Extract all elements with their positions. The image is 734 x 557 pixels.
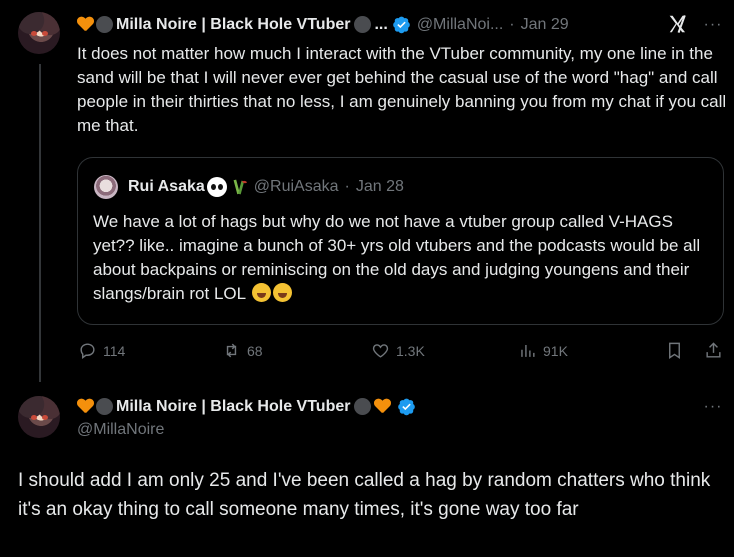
action-bar: 114 68 1.3K 91K (0, 341, 734, 363)
tweet-post-1[interactable]: Milla Noire | Black Hole VTuber ... @Mil… (0, 0, 734, 382)
quote-text: We have a lot of hags but why do we not … (93, 210, 713, 306)
reply-icon (80, 343, 95, 360)
repost-icon (226, 343, 237, 358)
tweet-text: I should add I am only 25 and I've been … (18, 470, 711, 520)
orange-heart-icon (77, 17, 94, 33)
quote-header: Rui Asaka @RuiAsaka · Jan 28 (128, 177, 404, 197)
laughing-emoji-icon (252, 283, 272, 302)
repost-count: 68 (247, 342, 263, 359)
post-header: Milla Noire | Black Hole VTuber (77, 397, 416, 416)
avatar[interactable] (18, 12, 60, 54)
views-button[interactable]: 91K (518, 341, 568, 360)
bamboo-emoji-icon (233, 179, 247, 195)
grok-icon[interactable] (666, 13, 688, 35)
more-options-icon[interactable]: ··· (702, 16, 724, 33)
quote-text-body: We have a lot of hags but why do we not … (93, 212, 701, 303)
quote-author-name[interactable]: Rui Asaka (128, 178, 205, 196)
share-icon (706, 342, 721, 358)
quote-date[interactable]: Jan 28 (356, 178, 404, 196)
author-name[interactable]: Milla Noire | Black Hole VTuber (116, 16, 350, 34)
like-button[interactable]: 1.3K (371, 341, 425, 360)
separator-dot: · (509, 15, 515, 33)
views-icon (521, 344, 535, 357)
like-count: 1.3K (396, 342, 425, 359)
author-handle[interactable]: @MillaNoire (77, 421, 164, 439)
views-count: 91K (543, 342, 568, 359)
laughing-emoji-icon (273, 283, 293, 302)
black-circle-icon (354, 398, 372, 415)
reply-count: 114 (103, 342, 126, 359)
post-date[interactable]: Jan 29 (521, 16, 569, 34)
share-button[interactable] (704, 341, 729, 360)
black-circle-icon (96, 398, 113, 415)
orange-heart-icon (77, 399, 94, 415)
quote-avatar[interactable] (94, 175, 118, 199)
heart-icon (372, 344, 389, 358)
panda-emoji-icon (206, 177, 227, 197)
verified-badge-icon (398, 398, 416, 416)
avatar[interactable] (18, 396, 60, 438)
repost-button[interactable]: 68 (222, 341, 263, 360)
quote-author-handle[interactable]: @RuiAsaka (254, 178, 339, 196)
bookmark-button[interactable] (665, 341, 690, 360)
tweet-text: It does not matter how much I interact w… (77, 44, 727, 135)
more-options-icon[interactable]: ··· (702, 398, 724, 415)
separator-dot: · (344, 178, 350, 195)
orange-heart-icon (374, 399, 391, 415)
name-ellipsis: ... (374, 15, 388, 33)
black-circle-icon (96, 16, 113, 33)
tweet-post-2[interactable]: Milla Noire | Black Hole VTuber @MillaNo… (0, 382, 734, 557)
post-header: Milla Noire | Black Hole VTuber ... @Mil… (77, 15, 569, 34)
quoted-tweet[interactable]: Rui Asaka @RuiAsaka · Jan 28 We have a l… (77, 157, 724, 325)
black-circle-icon (354, 16, 372, 33)
thread-line (39, 64, 41, 382)
verified-badge-icon (393, 16, 410, 34)
bookmark-icon (669, 342, 680, 359)
author-handle[interactable]: @MillaNoi... (417, 16, 503, 34)
author-name[interactable]: Milla Noire | Black Hole VTuber (116, 398, 350, 416)
reply-button[interactable]: 114 (78, 341, 125, 360)
